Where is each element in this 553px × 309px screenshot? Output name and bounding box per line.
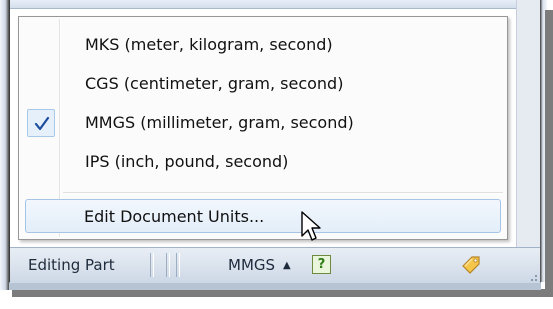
window-left-border [0,0,10,290]
tag-icon[interactable] [460,254,482,276]
menu-item-edit-document-units[interactable]: Edit Document Units... [25,199,501,233]
menu-item-label: CGS (centimeter, gram, second) [85,74,344,93]
menu-item-label: IPS (inch, pound, second) [85,152,289,171]
status-bar: Editing Part MMGS ▲ ? [10,247,540,283]
menu-item-cgs[interactable]: CGS (centimeter, gram, second) [21,67,505,101]
status-divider [176,253,180,277]
window-top-edge [10,0,540,9]
units-value: MMGS [228,256,276,274]
menu-item-label: MKS (meter, kilogram, second) [85,35,333,54]
right-panel-edge [516,0,541,247]
units-dropdown-menu: MKS (meter, kilogram, second) CGS (centi… [18,16,508,240]
window-bottom-border [9,282,541,290]
status-state-text: Editing Part [28,256,115,274]
mouse-pointer-icon [300,210,324,248]
window-shadow-bottom [12,289,553,297]
status-divider [150,253,154,277]
menu-item-mks[interactable]: MKS (meter, kilogram, second) [21,28,505,62]
checkmark-icon [34,116,50,131]
menu-separator [63,192,503,194]
resize-grip-icon[interactable] [526,268,538,281]
menu-item-mmgs[interactable]: MMGS (millimeter, gram, second) [21,106,505,140]
menu-item-ips[interactable]: IPS (inch, pound, second) [21,145,505,179]
caret-up-icon: ▲ [283,260,291,271]
checkmark-box [27,109,55,137]
status-divider [166,253,170,277]
menu-item-label: Edit Document Units... [84,207,265,226]
window-shadow-right [545,10,553,295]
help-icon[interactable]: ? [312,255,331,274]
menu-item-label: MMGS (millimeter, gram, second) [85,113,354,132]
units-selector-button[interactable]: MMGS ▲ [228,256,291,274]
